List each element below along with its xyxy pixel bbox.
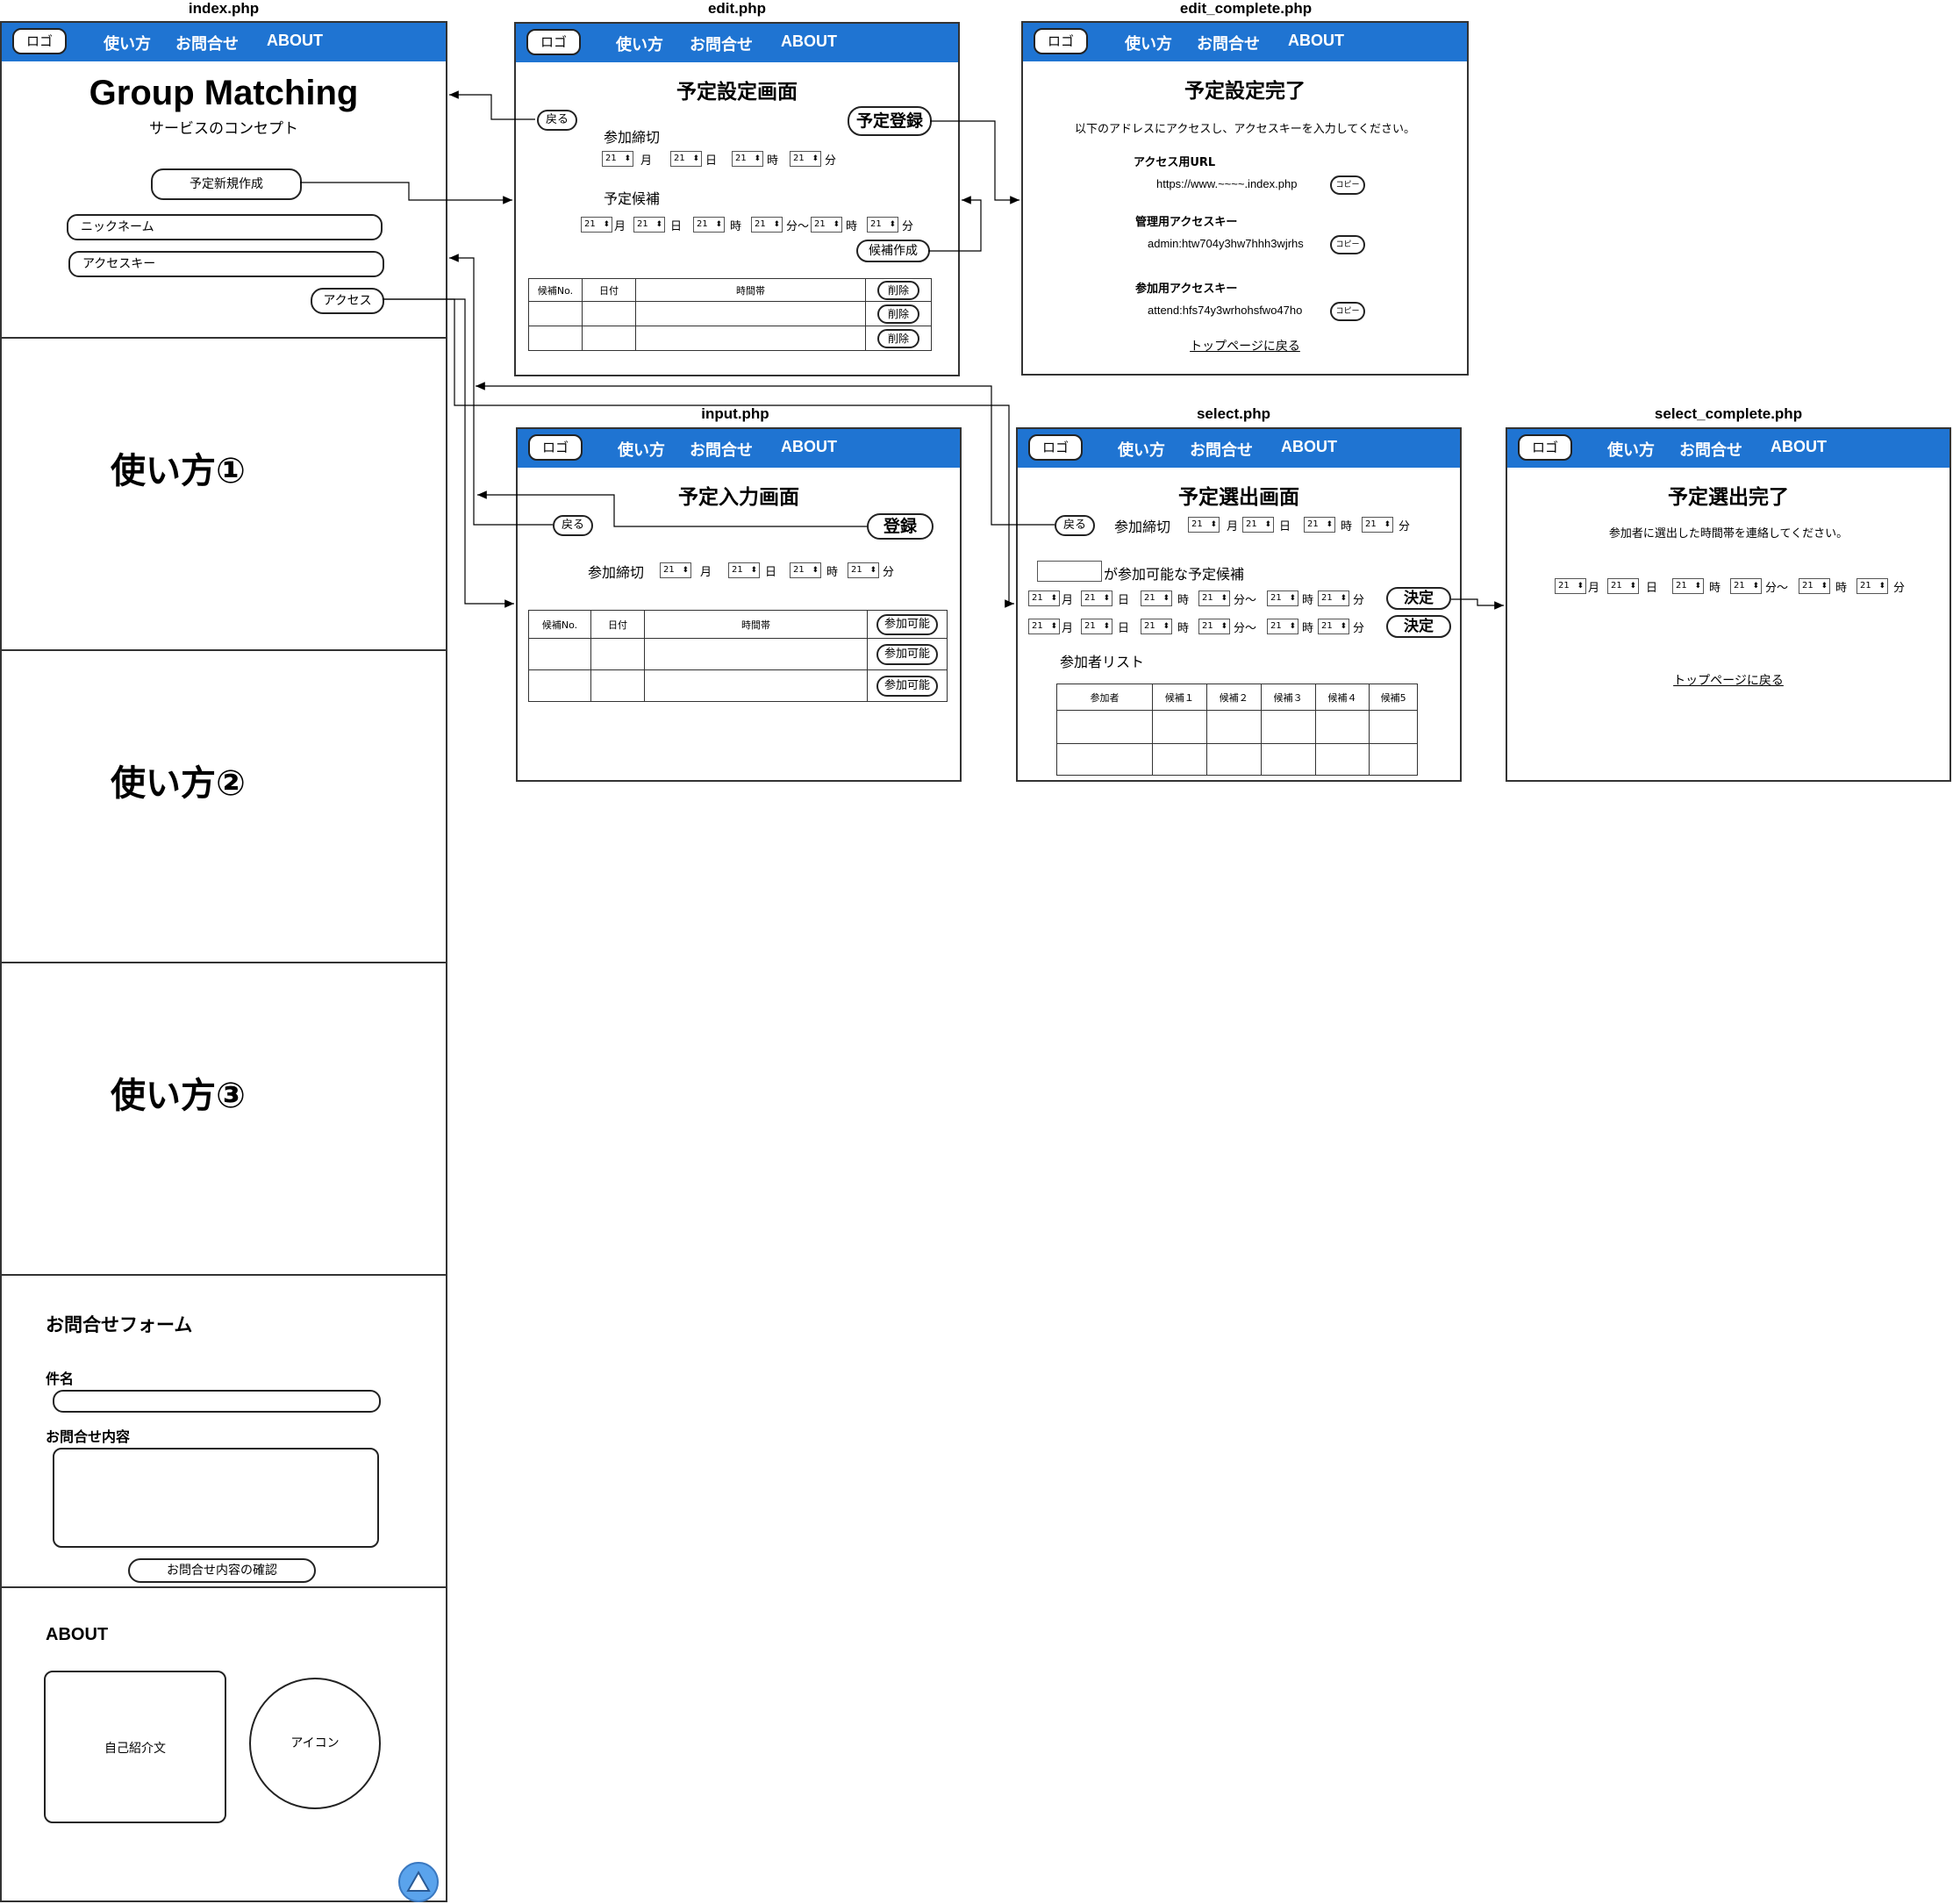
flow-connectors bbox=[300, 90, 1504, 610]
arrow-register-to-complete bbox=[930, 120, 1019, 204]
arrow-decide-to-complete bbox=[1451, 598, 1504, 610]
arrow-access-to-select bbox=[383, 298, 1014, 608]
arrow-create-candidate bbox=[928, 196, 982, 252]
arrow-access-to-input bbox=[383, 298, 514, 608]
arrow-edit-back-to-index bbox=[448, 90, 535, 120]
arrow-select-back-to-index bbox=[476, 382, 1055, 526]
arrow-input-register bbox=[477, 490, 867, 527]
arrow-new-to-edit bbox=[300, 182, 512, 204]
